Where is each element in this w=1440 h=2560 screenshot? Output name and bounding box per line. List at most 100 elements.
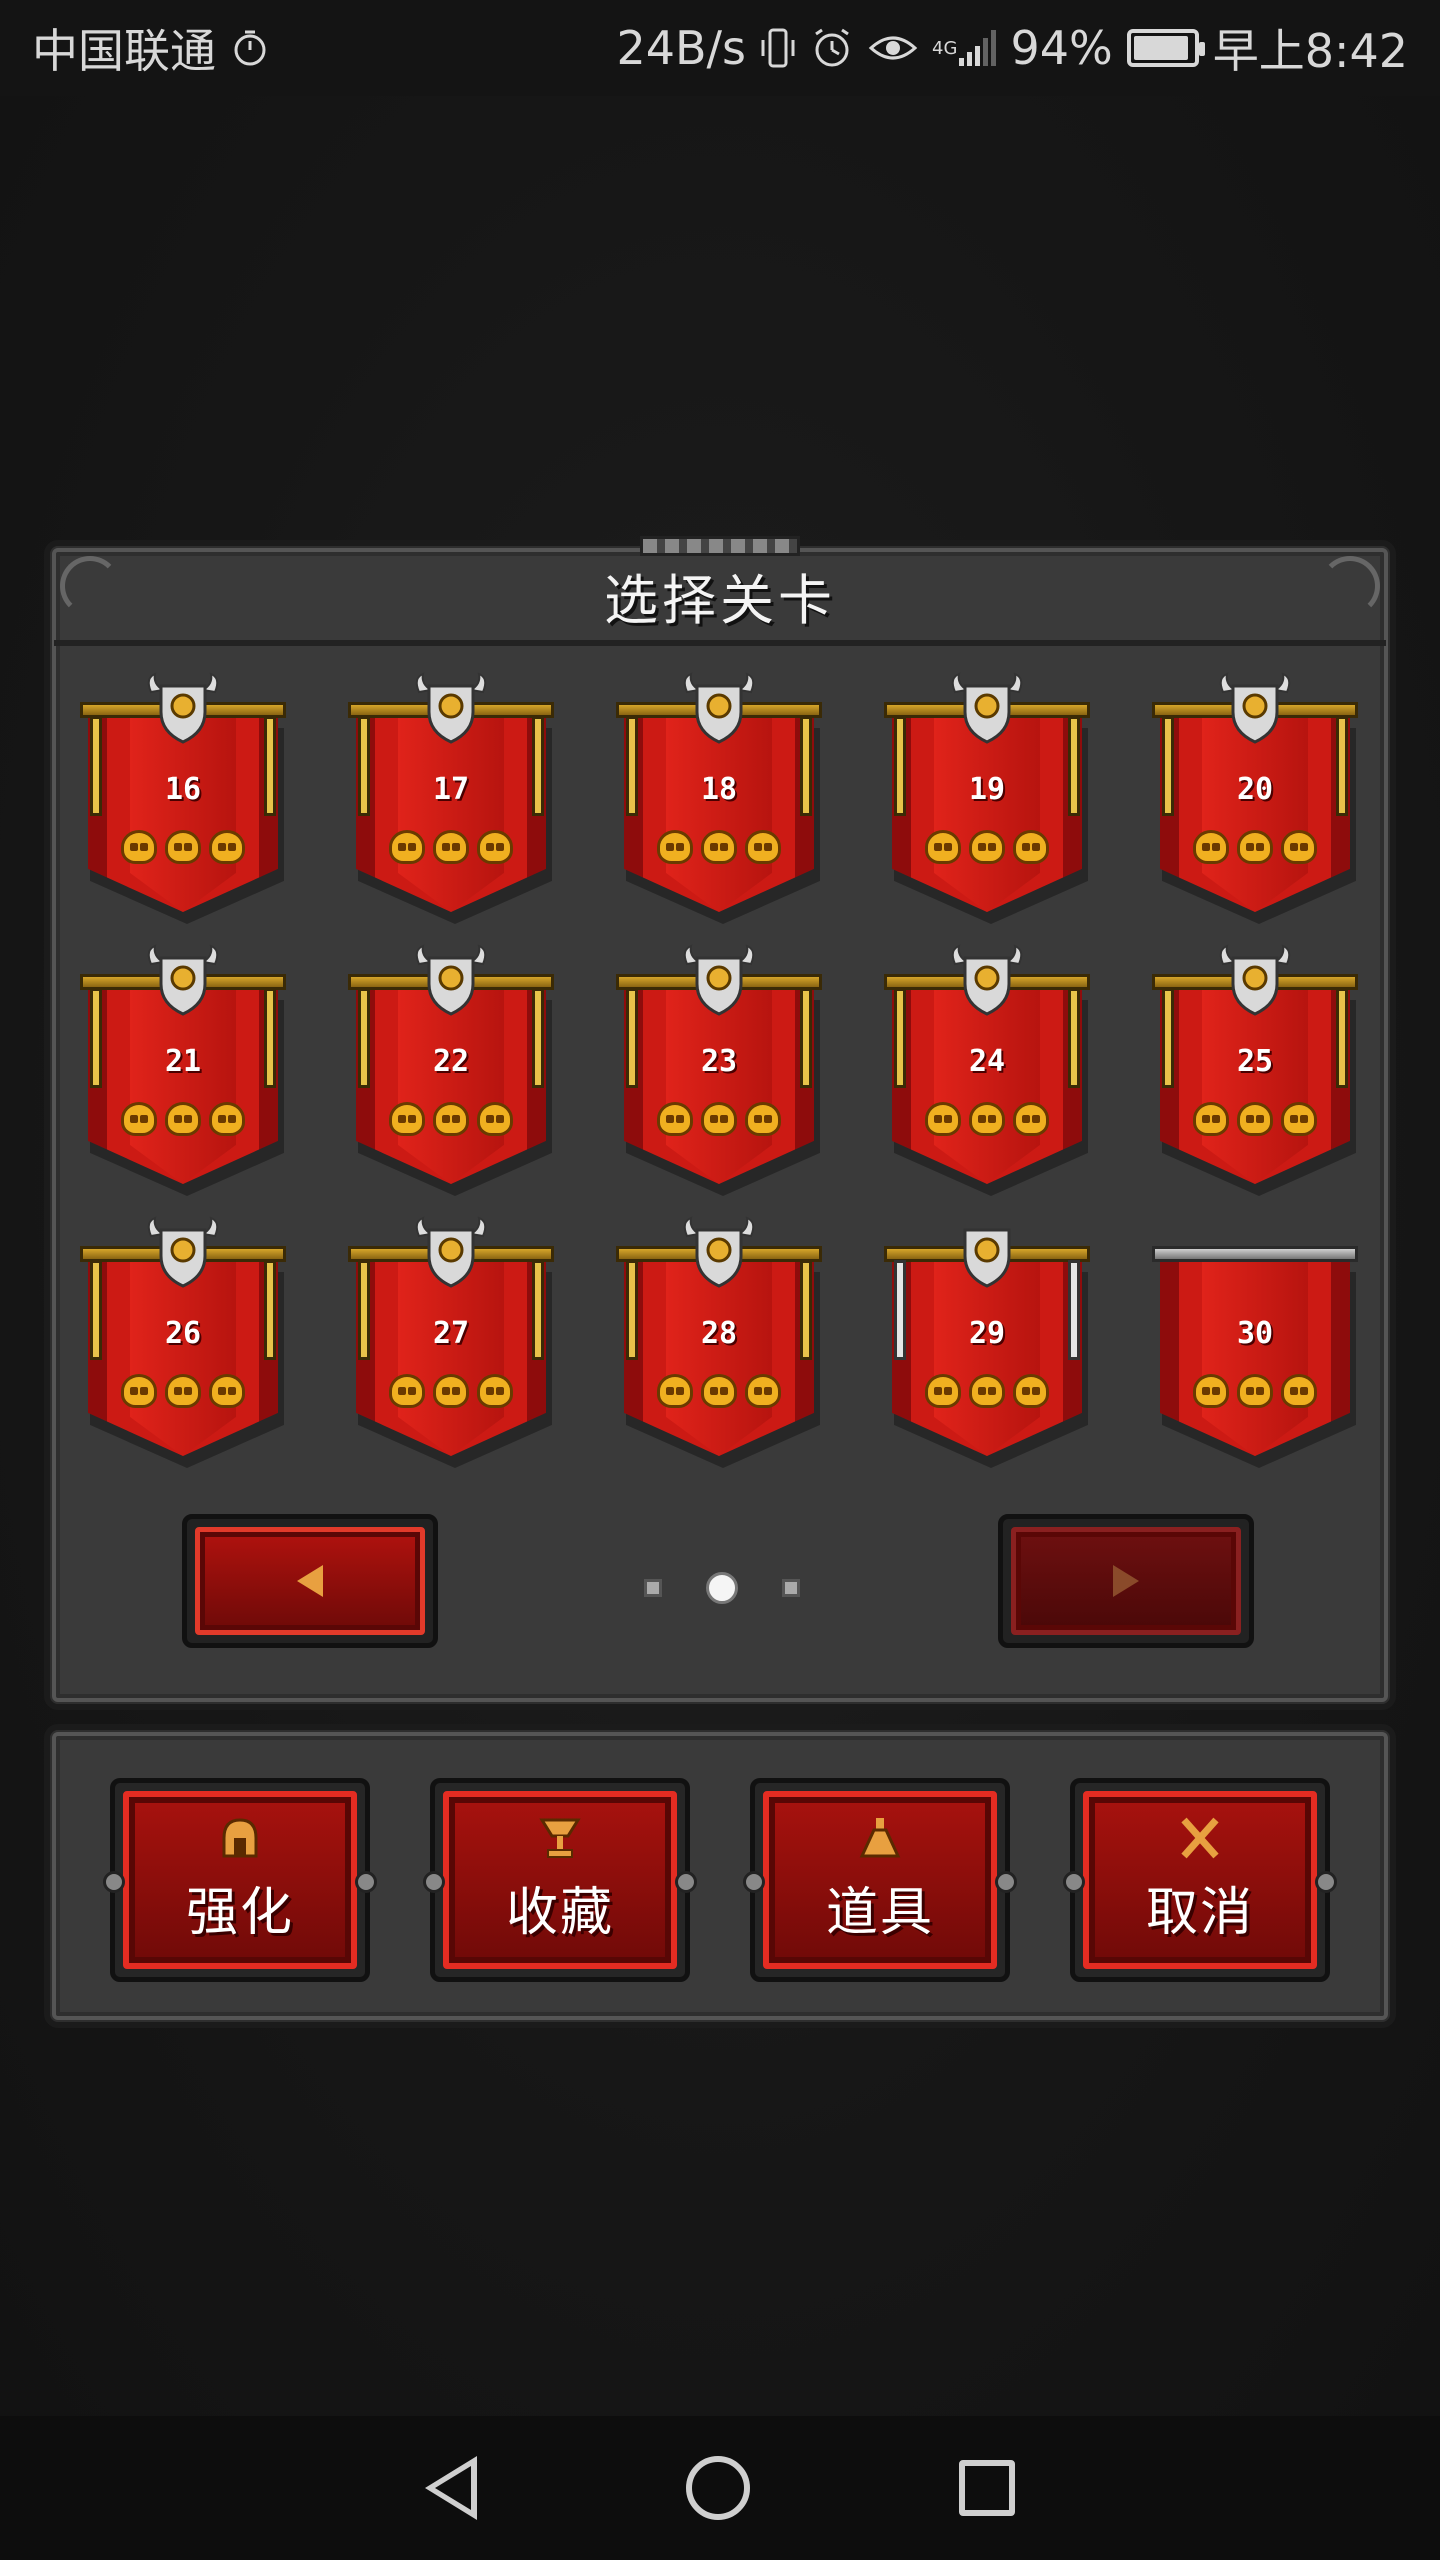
system-nav-bar — [0, 2416, 1440, 2560]
stage-banner-25[interactable]: 25 — [1152, 944, 1358, 1196]
skull-icon — [925, 1102, 961, 1136]
stage-rating — [884, 1374, 1090, 1408]
stage-rating — [1152, 830, 1358, 864]
button-clip — [1063, 1871, 1085, 1893]
stage-banner-17[interactable]: 17 — [348, 672, 554, 924]
skull-icon — [1237, 1102, 1273, 1136]
stage-number: 27 — [432, 1316, 470, 1351]
back-icon[interactable] — [424, 2456, 477, 2520]
skull-icon — [701, 830, 737, 864]
stage-rating — [80, 1102, 286, 1136]
skull-icon — [1193, 1374, 1229, 1408]
trophy-icon — [536, 1816, 584, 1862]
button-clip — [1315, 1871, 1337, 1893]
stage-rating — [80, 830, 286, 864]
skull-icon — [209, 1102, 245, 1136]
shield-emblem-icon — [1219, 672, 1291, 744]
skull-icon — [969, 1374, 1005, 1408]
skull-icon — [477, 1374, 513, 1408]
stage-rating — [616, 1102, 822, 1136]
stage-rating — [616, 830, 822, 864]
skull-icon — [657, 1374, 693, 1408]
stage-banner-19[interactable]: 19 — [884, 672, 1090, 924]
alarm-icon — [810, 26, 854, 70]
items-button[interactable]: 道具 — [743, 1778, 1017, 1982]
stage-rating — [348, 1374, 554, 1408]
stage-banner-18[interactable]: 18 — [616, 672, 822, 924]
stage-rating — [348, 830, 554, 864]
skull-icon — [1281, 1374, 1317, 1408]
stage-banner-22[interactable]: 22 — [348, 944, 554, 1196]
skull-icon — [165, 1374, 201, 1408]
stage-banner-26[interactable]: 26 — [80, 1216, 286, 1468]
stage-number: 26 — [164, 1316, 202, 1351]
skull-icon — [121, 1102, 157, 1136]
stage-rating — [80, 1374, 286, 1408]
skull-icon — [1281, 1102, 1317, 1136]
skull-icon — [1013, 1374, 1049, 1408]
skull-icon — [477, 830, 513, 864]
shield-emblem-icon — [415, 1216, 487, 1288]
page-dot-3 — [782, 1579, 800, 1597]
stage-rating — [1152, 1102, 1358, 1136]
button-clip — [743, 1871, 765, 1893]
stage-number: 17 — [432, 772, 470, 807]
stage-banner-30[interactable]: 30 — [1152, 1216, 1358, 1468]
stage-banner-27[interactable]: 27 — [348, 1216, 554, 1468]
skull-icon — [209, 830, 245, 864]
skull-icon — [1281, 830, 1317, 864]
skull-icon — [121, 830, 157, 864]
stage-banner-16[interactable]: 16 — [80, 672, 286, 924]
helmet-icon — [216, 1816, 264, 1862]
skull-icon — [165, 1102, 201, 1136]
stage-rating — [348, 1102, 554, 1136]
skull-icon — [1013, 830, 1049, 864]
skull-icon — [745, 1374, 781, 1408]
skull-icon — [433, 1374, 469, 1408]
collection-button[interactable]: 收藏 — [423, 1778, 697, 1982]
page-dot-2 — [706, 1572, 738, 1604]
shield-emblem-icon — [683, 1216, 755, 1288]
battery-icon — [1126, 29, 1205, 67]
skull-icon — [745, 1102, 781, 1136]
next-page-button[interactable] — [998, 1514, 1254, 1648]
skull-icon — [969, 830, 1005, 864]
stage-banner-24[interactable]: 24 — [884, 944, 1090, 1196]
recent-apps-icon[interactable] — [959, 2460, 1016, 2516]
stage-number: 20 — [1236, 772, 1274, 807]
skull-icon — [1193, 1102, 1229, 1136]
cancel-button[interactable]: 取消 — [1063, 1778, 1337, 1982]
items-label: 道具 — [825, 1882, 934, 1943]
stage-number: 30 — [1236, 1316, 1274, 1351]
stage-banner-28[interactable]: 28 — [616, 1216, 822, 1468]
stage-rating — [616, 1374, 822, 1408]
stage-number: 29 — [968, 1316, 1006, 1351]
shield-emblem-icon — [951, 944, 1023, 1016]
upgrade-button[interactable]: 强化 — [103, 1778, 377, 1982]
stage-banner-23[interactable]: 23 — [616, 944, 822, 1196]
potion-icon — [856, 1816, 904, 1862]
button-clip — [103, 1871, 125, 1893]
stage-banner-21[interactable]: 21 — [80, 944, 286, 1196]
timer-icon — [230, 28, 270, 68]
collection-label: 收藏 — [505, 1882, 614, 1943]
stage-rating — [1152, 1374, 1358, 1408]
stage-banner-20[interactable]: 20 — [1152, 672, 1358, 924]
skull-icon — [389, 830, 425, 864]
prev-page-button[interactable] — [182, 1514, 438, 1648]
home-icon[interactable] — [685, 2456, 750, 2520]
page-indicator — [644, 1572, 800, 1604]
skull-icon — [657, 1102, 693, 1136]
arrow-right-icon — [1113, 1565, 1139, 1597]
shield-emblem-icon — [147, 672, 219, 744]
dialog-title: 选择关卡 — [604, 568, 836, 632]
skull-icon — [969, 1102, 1005, 1136]
skull-icon — [701, 1374, 737, 1408]
stage-banner-29[interactable]: 29 — [884, 1216, 1090, 1468]
signal-icon: 4G — [932, 30, 997, 66]
battery-percent: 94% — [1010, 21, 1113, 75]
stage-number: 18 — [700, 772, 738, 807]
status-bar: 中国联通 24B/s 4G 94% 早上8:42 — [0, 0, 1440, 96]
skull-icon — [389, 1102, 425, 1136]
button-clip — [675, 1871, 697, 1893]
